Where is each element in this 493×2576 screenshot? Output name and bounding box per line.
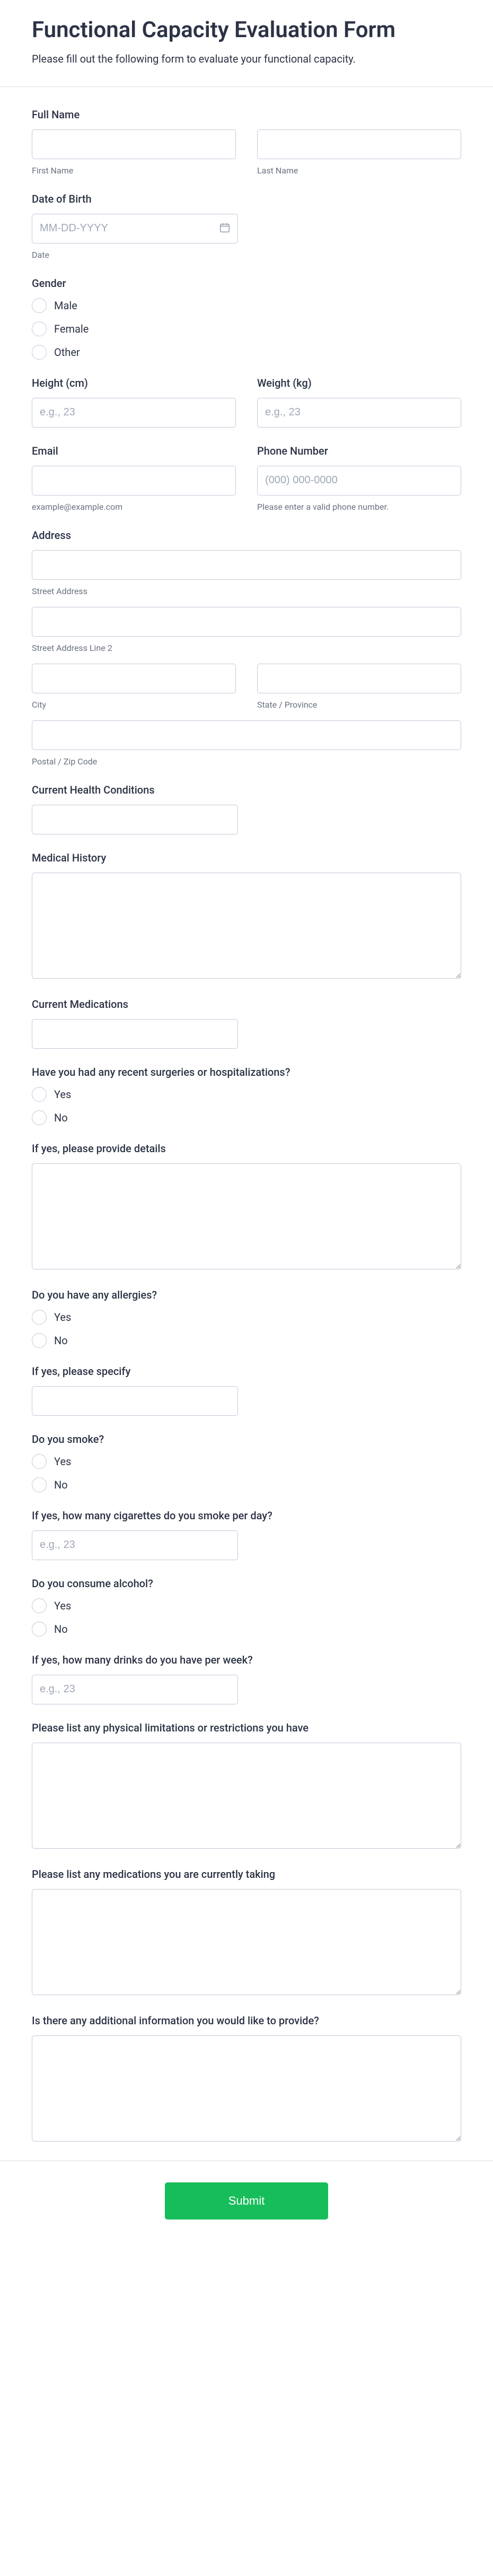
address-label: Address	[32, 529, 461, 542]
cigarettes-label: If yes, how many cigarettes do you smoke…	[32, 1509, 461, 1522]
street-address-2-input[interactable]	[32, 607, 461, 637]
physical-limitations-textarea[interactable]	[32, 1743, 461, 1849]
form-title: Functional Capacity Evaluation Form	[32, 16, 461, 45]
radio-icon	[32, 1622, 47, 1637]
gender-other-option[interactable]: Other	[32, 345, 461, 360]
smoke-label: Do you smoke?	[32, 1433, 461, 1446]
recent-surgery-label: Have you had any recent surgeries or hos…	[32, 1066, 461, 1078]
form-subtitle: Please fill out the following form to ev…	[32, 53, 461, 65]
street-address-sublabel: Street Address	[32, 586, 461, 596]
medications-taking-textarea[interactable]	[32, 1889, 461, 1995]
alcohol-yes-label: Yes	[54, 1599, 71, 1612]
additional-info-textarea[interactable]	[32, 2035, 461, 2142]
weight-input[interactable]	[257, 398, 461, 428]
recent-surgery-no-option[interactable]: No	[32, 1110, 461, 1125]
phone-label: Phone Number	[257, 445, 461, 457]
radio-icon	[32, 1477, 47, 1492]
radio-icon	[32, 1454, 47, 1469]
alcohol-no-label: No	[54, 1623, 68, 1635]
state-sublabel: State / Province	[257, 700, 461, 710]
health-conditions-label: Current Health Conditions	[32, 784, 461, 796]
recent-surgery-no-label: No	[54, 1111, 68, 1124]
gender-other-label: Other	[54, 346, 80, 359]
medications-taking-label: Please list any medications you are curr…	[32, 1868, 461, 1881]
allergies-yes-option[interactable]: Yes	[32, 1310, 461, 1325]
radio-icon	[32, 1333, 47, 1348]
drinks-input[interactable]	[32, 1675, 238, 1704]
radio-icon	[32, 1110, 47, 1125]
smoke-no-option[interactable]: No	[32, 1477, 461, 1492]
health-conditions-input[interactable]	[32, 805, 238, 834]
recent-surgery-yes-option[interactable]: Yes	[32, 1087, 461, 1102]
height-input[interactable]	[32, 398, 236, 428]
submit-button[interactable]: Submit	[165, 2182, 328, 2220]
city-input[interactable]	[32, 664, 236, 693]
allergies-no-label: No	[54, 1334, 68, 1347]
full-name-label: Full Name	[32, 108, 461, 121]
weight-label: Weight (kg)	[257, 377, 461, 389]
last-name-input[interactable]	[257, 129, 461, 159]
dob-sublabel: Date	[32, 250, 461, 260]
physical-limitations-label: Please list any physical limitations or …	[32, 1721, 461, 1734]
city-sublabel: City	[32, 700, 236, 710]
header-divider	[0, 86, 493, 87]
alcohol-yes-option[interactable]: Yes	[32, 1598, 461, 1613]
street-address-2-sublabel: Street Address Line 2	[32, 643, 461, 653]
allergies-no-option[interactable]: No	[32, 1333, 461, 1348]
dob-input[interactable]	[32, 214, 238, 243]
email-label: Email	[32, 445, 236, 457]
radio-icon	[32, 321, 47, 336]
gender-male-label: Male	[54, 299, 77, 312]
medical-history-label: Medical History	[32, 851, 461, 864]
phone-sublabel: Please enter a valid phone number.	[257, 502, 461, 512]
allergies-yes-label: Yes	[54, 1311, 71, 1324]
recent-surgery-yes-label: Yes	[54, 1088, 71, 1101]
street-address-input[interactable]	[32, 550, 461, 580]
postal-sublabel: Postal / Zip Code	[32, 756, 461, 767]
surgery-details-label: If yes, please provide details	[32, 1142, 461, 1155]
cigarettes-input[interactable]	[32, 1530, 238, 1560]
radio-icon	[32, 1598, 47, 1613]
current-medications-input[interactable]	[32, 1019, 238, 1049]
radio-icon	[32, 345, 47, 360]
smoke-yes-label: Yes	[54, 1455, 71, 1468]
additional-info-label: Is there any additional information you …	[32, 2014, 461, 2027]
postal-input[interactable]	[32, 720, 461, 750]
radio-icon	[32, 1310, 47, 1325]
last-name-sublabel: Last Name	[257, 166, 461, 176]
alcohol-label: Do you consume alcohol?	[32, 1577, 461, 1590]
allergy-specify-input[interactable]	[32, 1386, 238, 1416]
email-sublabel: example@example.com	[32, 502, 236, 512]
dob-label: Date of Birth	[32, 193, 461, 205]
state-input[interactable]	[257, 664, 461, 693]
gender-female-option[interactable]: Female	[32, 321, 461, 336]
allergy-specify-label: If yes, please specify	[32, 1365, 461, 1378]
gender-female-label: Female	[54, 323, 89, 335]
surgery-details-textarea[interactable]	[32, 1163, 461, 1269]
current-medications-label: Current Medications	[32, 998, 461, 1011]
smoke-yes-option[interactable]: Yes	[32, 1454, 461, 1469]
phone-input[interactable]	[257, 466, 461, 495]
radio-icon	[32, 298, 47, 313]
radio-icon	[32, 1087, 47, 1102]
medical-history-textarea[interactable]	[32, 873, 461, 979]
drinks-label: If yes, how many drinks do you have per …	[32, 1653, 461, 1666]
gender-male-option[interactable]: Male	[32, 298, 461, 313]
alcohol-no-option[interactable]: No	[32, 1622, 461, 1637]
first-name-input[interactable]	[32, 129, 236, 159]
first-name-sublabel: First Name	[32, 166, 236, 176]
height-label: Height (cm)	[32, 377, 236, 389]
smoke-no-label: No	[54, 1478, 68, 1491]
email-input[interactable]	[32, 466, 236, 495]
gender-label: Gender	[32, 277, 461, 290]
allergies-label: Do you have any allergies?	[32, 1289, 461, 1301]
